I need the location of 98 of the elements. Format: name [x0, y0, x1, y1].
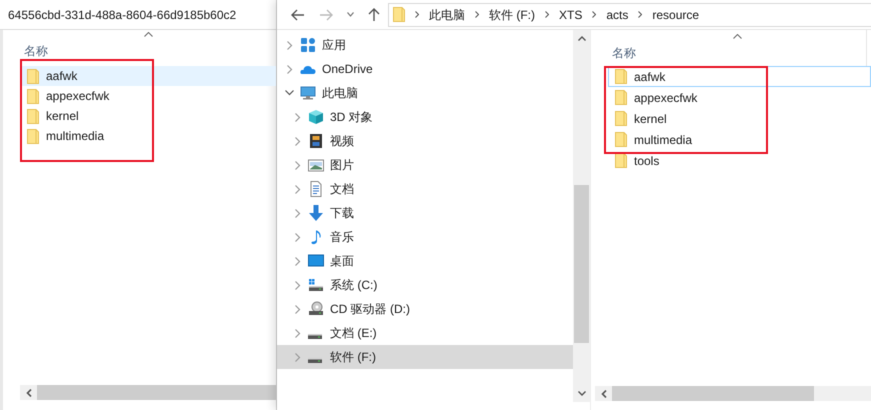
folder-icon: [27, 128, 39, 144]
scroll-left-icon[interactable]: [600, 390, 606, 398]
file-row[interactable]: aafwk: [608, 66, 871, 87]
sort-caret-icon: [144, 32, 153, 37]
folder-icon: [27, 68, 39, 84]
folder-icon: [615, 153, 627, 168]
folder-name: kernel: [46, 108, 79, 125]
tree-item[interactable]: 软件 (F:): [277, 345, 573, 369]
column-header[interactable]: 名称: [24, 42, 48, 60]
tree-item-label: 文档 (E:): [330, 325, 377, 342]
tree-item[interactable]: 视频: [277, 129, 573, 153]
chevron-right-icon[interactable]: [545, 11, 549, 18]
breadcrumb-item[interactable]: 软件 (F:): [489, 6, 535, 24]
file-row[interactable]: multimedia: [608, 129, 871, 150]
folder-name: appexecfwk: [46, 88, 110, 105]
tree-item-label: CD 驱动器 (D:): [330, 301, 410, 318]
up-arrow-icon[interactable]: [368, 8, 380, 22]
tree-item[interactable]: 下载: [277, 201, 573, 225]
file-row[interactable]: multimedia: [20, 126, 276, 146]
tree-item-label: 系统 (C:): [330, 277, 378, 294]
picture-icon: [308, 157, 324, 173]
folder-name: aafwk: [46, 68, 78, 85]
app-grid-icon: [300, 37, 316, 53]
back-arrow-icon[interactable]: [291, 8, 305, 20]
folder-icon: [615, 69, 627, 84]
chevron-right-icon[interactable]: [638, 11, 642, 18]
scroll-down-icon[interactable]: [578, 391, 586, 396]
folder-icon: [615, 90, 627, 105]
folder-name: tools: [634, 152, 660, 170]
chevron-down-icon[interactable]: [285, 90, 294, 96]
tree-item[interactable]: 系统 (C:): [277, 273, 573, 297]
dropdown-caret-icon[interactable]: [347, 12, 354, 17]
folder-icon: [393, 7, 405, 22]
folder-icon: [615, 111, 627, 126]
horizontal-scrollbar[interactable]: [595, 386, 871, 401]
tree-item-label: 下载: [330, 205, 354, 222]
document-icon: [308, 181, 324, 197]
film-strip-icon: [308, 133, 324, 149]
tree-item[interactable]: 图片: [277, 153, 573, 177]
folder-name: appexecfwk: [634, 90, 698, 106]
address-bar[interactable]: 此电脑 软件 (F:) XTS acts resource: [388, 2, 871, 26]
tree-item-label: 音乐: [330, 229, 354, 246]
folder-icon: [27, 108, 39, 124]
breadcrumb-item[interactable]: 此电脑: [429, 6, 465, 24]
scroll-left-icon[interactable]: [26, 388, 32, 396]
folder-name: multimedia: [634, 132, 692, 148]
breadcrumb-item[interactable]: XTS: [559, 6, 582, 24]
tree-item-label: 桌面: [330, 253, 354, 270]
drive-icon: [308, 334, 322, 339]
tree-item[interactable]: 桌面: [277, 249, 573, 273]
forward-arrow-icon[interactable]: [319, 8, 333, 20]
tree-item-label: 文档: [330, 181, 354, 198]
tree-item[interactable]: 此电脑: [277, 81, 573, 105]
breadcrumb-item[interactable]: acts: [606, 6, 628, 24]
file-row[interactable]: kernel: [608, 108, 871, 129]
file-row[interactable]: kernel: [20, 106, 276, 126]
folder-name: aafwk: [634, 68, 666, 86]
tree-item[interactable]: OneDrive: [277, 57, 573, 81]
breadcrumb-item[interactable]: resource: [652, 6, 700, 24]
folder-name: kernel: [634, 110, 667, 128]
tree-item-label: 此电脑: [322, 85, 358, 102]
file-row[interactable]: appexecfwk: [608, 87, 871, 108]
tree-item[interactable]: 音乐: [277, 225, 573, 249]
cd-drive-icon: [308, 301, 324, 317]
folder-icon: [27, 88, 39, 104]
monitor-icon: [300, 85, 316, 101]
drive-icon: [308, 358, 322, 363]
folder-icon: [615, 132, 627, 147]
chevron-right-icon[interactable]: [415, 11, 419, 18]
tree-item-label: 软件 (F:): [330, 349, 376, 366]
file-row[interactable]: appexecfwk: [20, 86, 276, 106]
tree-item-label: 应用: [322, 37, 346, 54]
folder-name: multimedia: [46, 128, 104, 145]
sort-caret-icon: [733, 34, 742, 39]
tree-item-label: OneDrive: [322, 61, 373, 78]
download-arrow-icon: [308, 205, 324, 221]
vertical-scrollbar[interactable]: [573, 30, 590, 402]
folder-path: 64556cbd-331d-488a-8604-66d9185b60c2: [8, 6, 236, 24]
tree-item-label: 图片: [330, 157, 354, 174]
tree-item[interactable]: 文档: [277, 177, 573, 201]
tree-item[interactable]: 文档 (E:): [277, 321, 573, 345]
desktop-icon: [308, 253, 324, 269]
scroll-up-icon[interactable]: [578, 36, 586, 41]
tree-item-label: 视频: [330, 133, 354, 150]
file-row[interactable]: tools: [608, 150, 871, 171]
tree-item-label: 3D 对象: [330, 109, 373, 126]
scrollbar-thumb[interactable]: [612, 386, 814, 401]
address-bar[interactable]: 64556cbd-331d-488a-8604-66d9185b60c2: [0, 0, 276, 30]
cube-icon: [308, 109, 324, 125]
chevron-right-icon[interactable]: [592, 11, 596, 18]
file-row[interactable]: aafwk: [20, 66, 276, 86]
tree-item[interactable]: CD 驱动器 (D:): [277, 297, 573, 321]
windows-drive-icon: [308, 277, 324, 293]
scrollbar-thumb[interactable]: [574, 185, 589, 343]
tree-item[interactable]: 应用: [277, 33, 573, 57]
column-header[interactable]: 名称: [612, 44, 636, 62]
tree-item[interactable]: 3D 对象: [277, 105, 573, 129]
chevron-right-icon[interactable]: [475, 11, 479, 18]
